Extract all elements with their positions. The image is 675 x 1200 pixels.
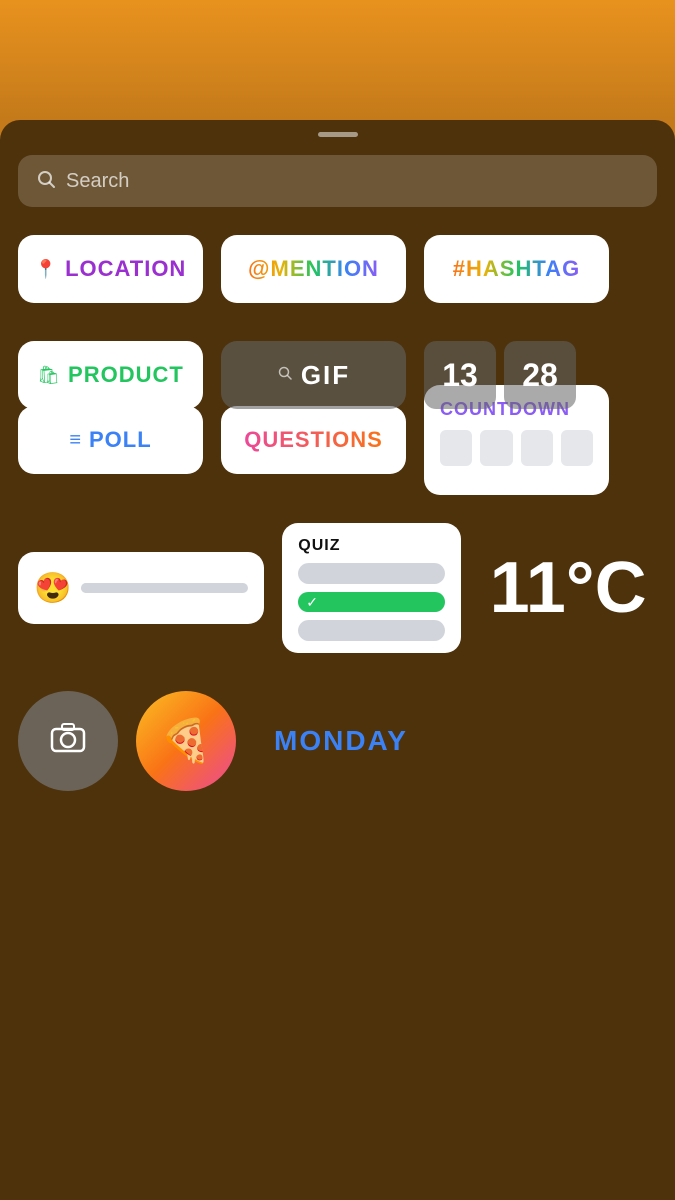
search-icon — [36, 169, 56, 194]
quiz-label: QUIZ — [298, 537, 445, 555]
questions-label: QUESTIONS — [244, 427, 383, 453]
emoji-slider-fill — [81, 583, 131, 593]
sticker-questions[interactable]: QUESTIONS — [221, 406, 406, 474]
emoji-slider-track[interactable] — [81, 583, 248, 593]
time-minutes: 28 — [522, 357, 558, 394]
time-block-hours: 13 — [424, 341, 496, 409]
sticker-emoji-slider[interactable]: 😍 — [18, 552, 264, 624]
sticker-row-5: 🍕 MONDAY — [18, 691, 657, 791]
sticker-temperature[interactable]: 11°C — [479, 552, 657, 624]
temperature-value: 11°C — [490, 552, 647, 624]
sticker-row-1: 📍 LOCATION @MENTION #HASHTAG — [18, 235, 657, 303]
countdown-block-4 — [561, 430, 593, 466]
sticker-food[interactable]: 🍕 — [136, 691, 236, 791]
poll-icon: ≡ — [69, 429, 81, 452]
search-bar[interactable]: Search — [18, 155, 657, 207]
time-hours: 13 — [442, 357, 478, 394]
monday-label-container: MONDAY — [254, 725, 408, 757]
sticker-mention[interactable]: @MENTION — [221, 235, 406, 303]
sticker-gif[interactable]: GIF — [221, 341, 406, 409]
emoji-icon: 😍 — [34, 571, 71, 606]
product-label: PRODUCT — [68, 362, 184, 388]
sticker-product[interactable]: 🛍 PRODUCT — [18, 341, 203, 409]
sticker-time[interactable]: 13 28 — [424, 341, 576, 409]
quiz-option-correct: ✓ — [298, 592, 445, 613]
food-icon: 🍕 — [160, 717, 212, 766]
countdown-block-1 — [440, 430, 472, 466]
sticker-hashtag[interactable]: #HASHTAG — [424, 235, 609, 303]
camera-icon — [48, 717, 88, 765]
monday-label: MONDAY — [274, 725, 408, 757]
sticker-row-4: 😍 QUIZ ✓ 11°C — [18, 523, 657, 653]
search-input-placeholder: Search — [66, 170, 129, 193]
top-bar — [0, 0, 675, 120]
stickers-grid: 📍 LOCATION @MENTION #HASHTAG 🛍 PRODUCT — [0, 235, 675, 791]
product-icon: 🛍 — [37, 365, 60, 386]
quiz-check-icon: ✓ — [306, 594, 318, 611]
quiz-option-1 — [298, 563, 445, 584]
sticker-poll[interactable]: ≡ POLL — [18, 406, 203, 474]
mention-label: @MENTION — [248, 256, 379, 282]
sticker-camera[interactable] — [18, 691, 118, 791]
gif-search-icon — [277, 365, 293, 386]
gif-label: GIF — [301, 360, 350, 391]
countdown-block-2 — [480, 430, 512, 466]
sticker-quiz[interactable]: QUIZ ✓ — [282, 523, 461, 653]
poll-label: POLL — [89, 427, 152, 453]
sticker-location[interactable]: 📍 LOCATION — [18, 235, 203, 303]
countdown-blocks — [440, 430, 593, 466]
sticker-row-2: 🛍 PRODUCT GIF 13 28 — [18, 341, 657, 409]
time-block-minutes: 28 — [504, 341, 576, 409]
location-icon: 📍 — [35, 259, 57, 280]
bottom-sheet: Search 📍 LOCATION @MENTION #HASHTAG 🛍 PR… — [0, 120, 675, 1200]
hashtag-label: #HASHTAG — [453, 256, 580, 282]
handle-bar[interactable] — [318, 132, 358, 137]
countdown-block-3 — [521, 430, 553, 466]
location-label: LOCATION — [65, 256, 186, 282]
quiz-option-3 — [298, 620, 445, 641]
